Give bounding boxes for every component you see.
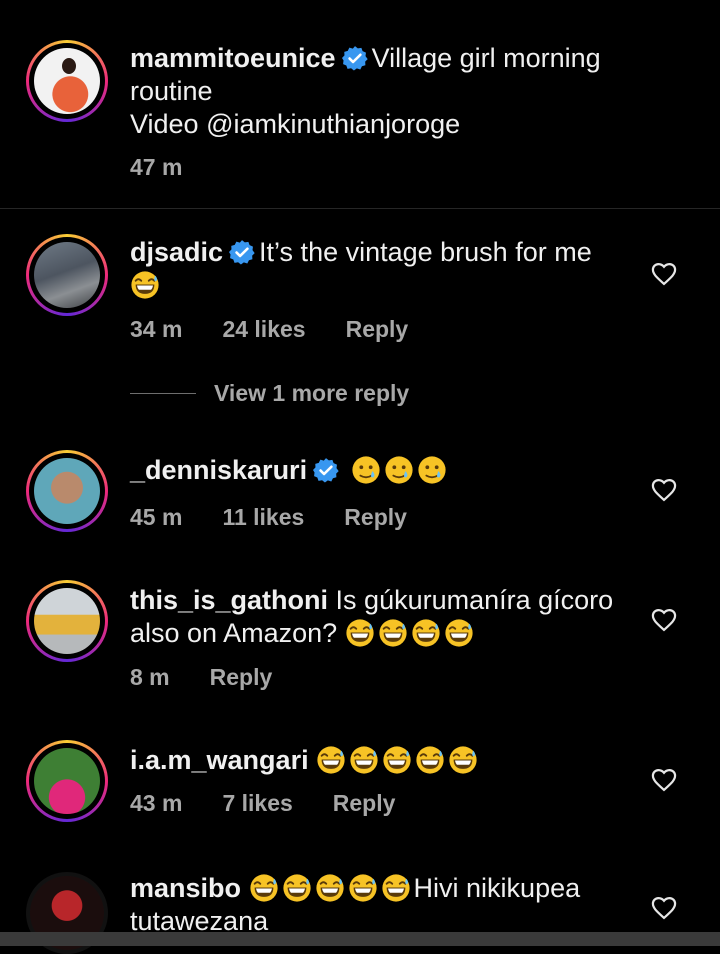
- grin-sweat-emoji: [411, 618, 441, 648]
- grin-sweat-emoji: [316, 745, 346, 775]
- comment-text: this_is_gathoni Is gúkurumaníra gícoro a…: [130, 584, 625, 650]
- grin-sweat-emoji: [382, 745, 412, 775]
- heart-outline-icon[interactable]: [650, 260, 678, 288]
- comment-meta: 8 m Reply: [130, 664, 272, 691]
- smiling-tear-emoji: [384, 455, 414, 485]
- caption: mammitoeunice Village girl morning routin…: [0, 0, 720, 208]
- reply-button[interactable]: Reply: [346, 316, 409, 343]
- comment-body: It’s the vintage brush for me: [259, 237, 592, 267]
- avatar[interactable]: [26, 234, 108, 316]
- smiling-tear-emoji: [417, 455, 447, 485]
- grin-sweat-emoji: [348, 873, 378, 903]
- timestamp: 43 m: [130, 790, 183, 816]
- avatar-photo: [34, 748, 100, 814]
- caption-text: mammitoeunice Village girl morning routin…: [130, 42, 625, 141]
- timestamp: 47 m: [130, 154, 183, 180]
- heart-outline-icon[interactable]: [650, 894, 678, 922]
- avatar-photo: [34, 588, 100, 654]
- grin-sweat-emoji: [249, 873, 279, 903]
- avatar[interactable]: [26, 740, 108, 822]
- divider: [0, 208, 720, 209]
- username[interactable]: mansibo: [130, 873, 241, 903]
- grin-sweat-emoji: [130, 270, 160, 300]
- verified-badge-icon: [313, 457, 339, 483]
- avatar[interactable]: [26, 450, 108, 532]
- comment-text: i.a.m_wangari: [130, 744, 625, 777]
- comment-item: _denniskaruri 45 m 11 likes Reply: [0, 448, 720, 548]
- grin-sweat-emoji: [349, 745, 379, 775]
- smiling-tear-emoji: [351, 455, 381, 485]
- comment-meta: 34 m 24 likes Reply: [130, 316, 408, 343]
- avatar-photo: [34, 458, 100, 524]
- grin-sweat-emoji: [378, 618, 408, 648]
- grin-sweat-emoji: [345, 618, 375, 648]
- heart-outline-icon[interactable]: [650, 766, 678, 794]
- comment-text: _denniskaruri: [130, 454, 625, 487]
- reply-button[interactable]: Reply: [210, 664, 273, 691]
- avatar[interactable]: [26, 40, 108, 122]
- grin-sweat-emoji: [282, 873, 312, 903]
- comment-meta: 43 m 7 likes Reply: [130, 790, 395, 817]
- comment-item: i.a.m_wangari 43 m 7 likes Reply: [0, 738, 720, 838]
- likes-count[interactable]: 24 likes: [222, 316, 305, 343]
- avatar-photo: [34, 242, 100, 308]
- comment-item: this_is_gathoni Is gúkurumaníra gícoro a…: [0, 578, 720, 708]
- avatar-photo: [34, 48, 100, 114]
- grin-sweat-emoji: [448, 745, 478, 775]
- view-more-label[interactable]: View 1 more reply: [214, 380, 409, 407]
- likes-count[interactable]: 11 likes: [222, 504, 304, 531]
- bottom-bar: [0, 932, 720, 946]
- reply-button[interactable]: Reply: [344, 504, 407, 531]
- username[interactable]: this_is_gathoni: [130, 585, 328, 615]
- comment-meta: 45 m 11 likes Reply: [130, 504, 407, 531]
- grin-sweat-emoji: [415, 745, 445, 775]
- view-more-replies[interactable]: View 1 more reply: [130, 380, 409, 407]
- grin-sweat-emoji: [444, 618, 474, 648]
- likes-count[interactable]: 7 likes: [222, 790, 292, 817]
- caption-meta: 47 m: [130, 154, 182, 181]
- caption-subtext[interactable]: Video @iamkinuthianjoroge: [130, 109, 460, 139]
- timestamp: 45 m: [130, 504, 183, 530]
- avatar[interactable]: [26, 580, 108, 662]
- comment-text: mansibo Hivi nikikupea tutawezana: [130, 872, 625, 938]
- heart-outline-icon[interactable]: [650, 606, 678, 634]
- verified-badge-icon: [229, 239, 255, 265]
- comment-item: djsadic It’s the vintage brush for me 34 …: [0, 230, 720, 350]
- username[interactable]: _denniskaruri: [130, 455, 307, 485]
- username[interactable]: djsadic: [130, 237, 223, 267]
- divider-line: [130, 393, 196, 394]
- username[interactable]: i.a.m_wangari: [130, 745, 309, 775]
- username[interactable]: mammitoeunice: [130, 43, 336, 73]
- grin-sweat-emoji: [381, 873, 411, 903]
- comment-text: djsadic It’s the vintage brush for me: [130, 236, 625, 302]
- timestamp: 34 m: [130, 316, 183, 342]
- heart-outline-icon[interactable]: [650, 476, 678, 504]
- grin-sweat-emoji: [315, 873, 345, 903]
- timestamp: 8 m: [130, 664, 170, 690]
- verified-badge-icon: [342, 45, 368, 71]
- reply-button[interactable]: Reply: [333, 790, 396, 817]
